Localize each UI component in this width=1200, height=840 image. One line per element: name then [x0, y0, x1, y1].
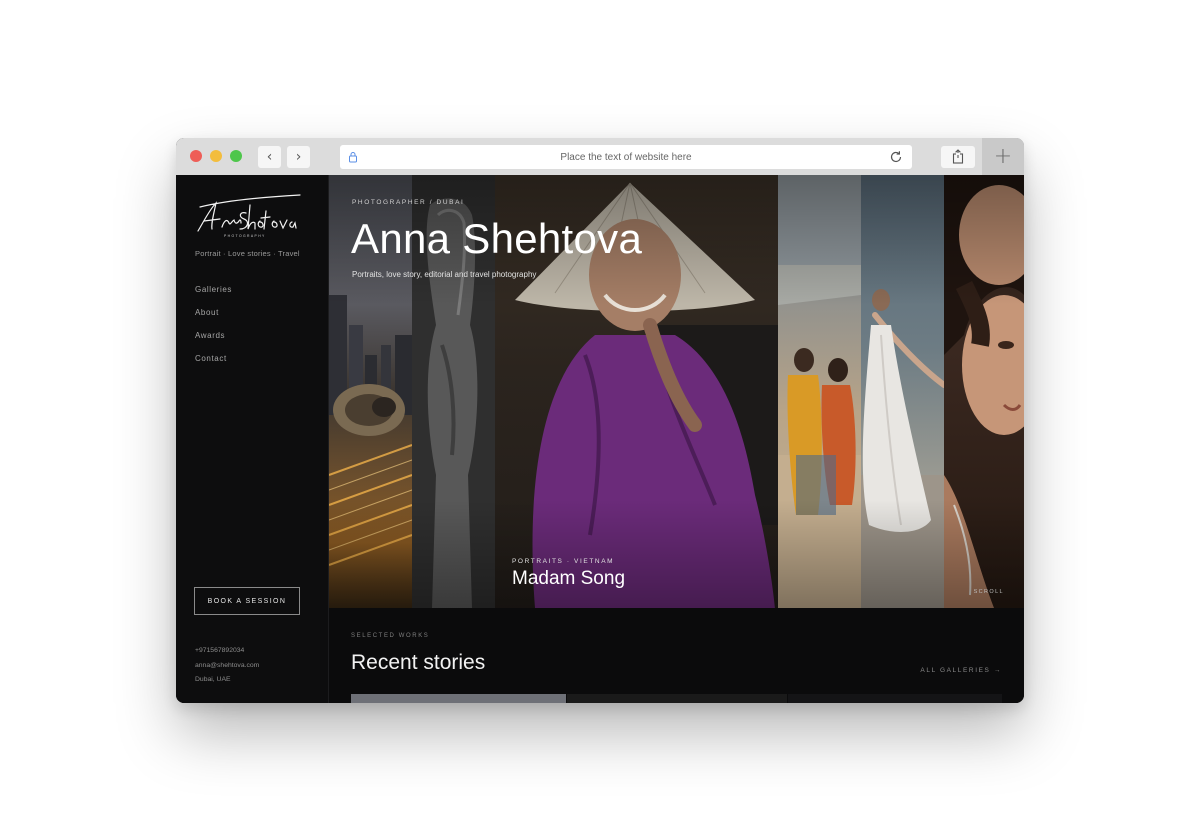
- story-thumbnail[interactable]: [351, 694, 566, 703]
- maximize-window-button[interactable]: [230, 150, 242, 162]
- address-text: Place the text of website here: [560, 151, 692, 163]
- svg-text:PHOTOGRAPHY: PHOTOGRAPHY: [224, 234, 266, 238]
- photo-strip-bride[interactable]: [861, 175, 944, 608]
- recent-stories-section: SELECTED WORKS Recent stories ALL GALLER…: [329, 608, 1024, 703]
- nav-item-about[interactable]: About: [195, 308, 232, 331]
- face-illustration: [944, 175, 1024, 608]
- plus-icon: +: [993, 144, 1013, 169]
- location-text: Dubai, UAE: [195, 676, 231, 683]
- scroll-hint[interactable]: SCROLL: [974, 589, 1004, 595]
- hero-eyebrow: PHOTOGRAPHER / DUBAI: [352, 199, 465, 206]
- hero-subtitle: Portraits, love story, editorial and tra…: [352, 270, 537, 279]
- beach-illustration: [778, 175, 861, 608]
- nav-item-contact[interactable]: Contact: [195, 354, 232, 377]
- share-button[interactable]: [941, 146, 975, 168]
- all-galleries-link[interactable]: ALL GALLERIES →: [920, 667, 1002, 674]
- story-thumbnail[interactable]: [567, 694, 787, 703]
- sidebar-nav: Galleries About Awards Contact: [195, 285, 232, 377]
- share-icon: [952, 149, 964, 164]
- forward-button[interactable]: ›: [287, 146, 310, 168]
- sidebar: PHOTOGRAPHY Portrait · Love stories · Tr…: [176, 175, 329, 703]
- contact-info: +971567892034 anna@shehtova.com Dubai, U…: [195, 644, 259, 688]
- story-thumbnail[interactable]: [788, 694, 1002, 703]
- phone-link[interactable]: +971567892034: [195, 644, 259, 659]
- section-kicker: SELECTED WORKS: [351, 633, 430, 639]
- photo-strip-face[interactable]: [944, 175, 1024, 608]
- chevron-right-icon: ›: [295, 149, 302, 165]
- section-title: Recent stories: [351, 651, 486, 674]
- hero-gallery: PHOTOGRAPHER / DUBAI Anna Shehtova Portr…: [329, 175, 1024, 608]
- photo-strip-beach[interactable]: [778, 175, 861, 608]
- browser-window: ‹ › Place the text of website here + PHO…: [176, 138, 1024, 703]
- address-bar[interactable]: Place the text of website here: [340, 145, 912, 169]
- bride-illustration: [861, 289, 944, 608]
- book-session-button[interactable]: BOOK A SESSION: [194, 587, 300, 615]
- minimize-window-button[interactable]: [210, 150, 222, 162]
- email-link[interactable]: anna@shehtova.com: [195, 659, 259, 674]
- hero-title: Anna Shehtova: [351, 215, 643, 262]
- chevron-left-icon: ‹: [266, 149, 273, 165]
- nav-item-awards[interactable]: Awards: [195, 331, 232, 354]
- signature-logo[interactable]: PHOTOGRAPHY: [194, 193, 304, 241]
- tagline: Portrait · Love stories · Travel: [195, 249, 300, 258]
- lock-icon: [349, 152, 357, 163]
- reload-icon[interactable]: [888, 149, 904, 165]
- back-button[interactable]: ‹: [258, 146, 281, 168]
- close-window-button[interactable]: [190, 150, 202, 162]
- photo-caption-kicker: PORTRAITS · VIETNAM: [512, 558, 615, 565]
- nav-item-galleries[interactable]: Galleries: [195, 285, 232, 308]
- new-tab-button[interactable]: +: [982, 138, 1024, 175]
- browser-titlebar: ‹ › Place the text of website here +: [176, 138, 1024, 176]
- photo-caption-title[interactable]: Madam Song: [512, 568, 625, 590]
